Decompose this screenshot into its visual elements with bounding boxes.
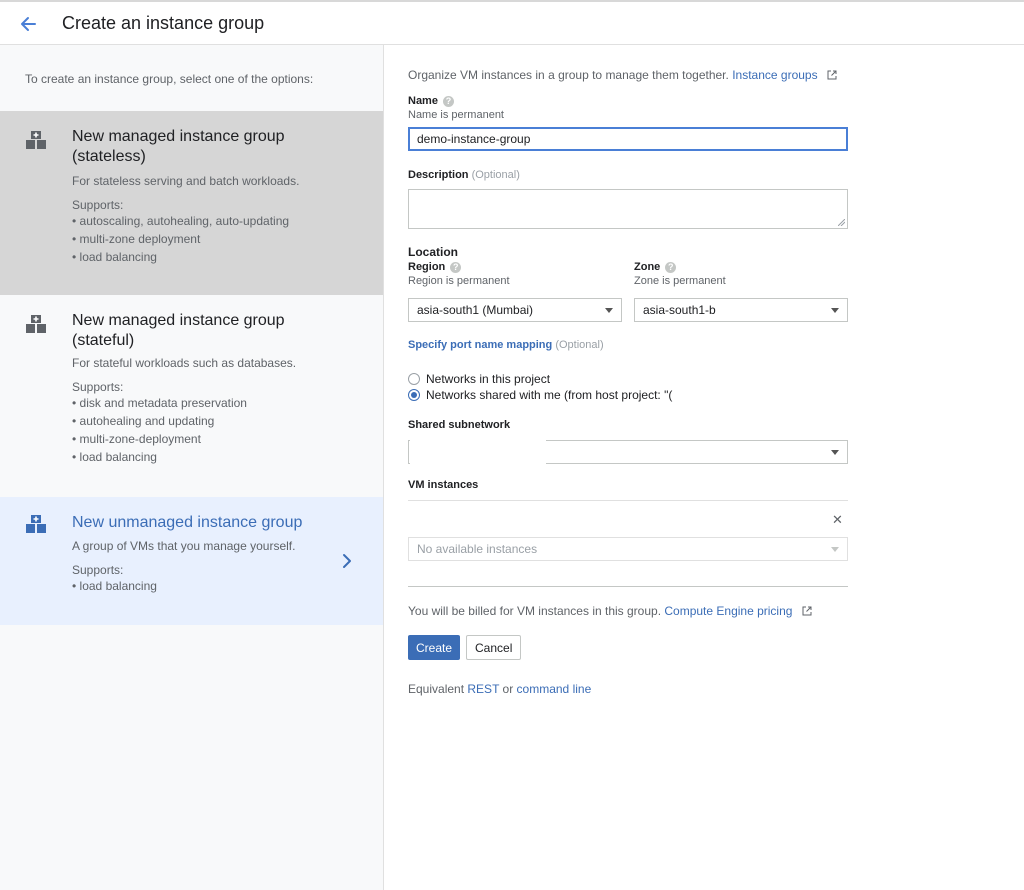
supports-label: Supports: xyxy=(72,563,124,577)
option-description: For stateless serving and batch workload… xyxy=(72,174,300,188)
region-label-text: Region xyxy=(408,261,446,273)
region-select[interactable]: asia-south1 (Mumbai) xyxy=(408,298,622,322)
dropdown-arrow-icon xyxy=(605,308,613,313)
redacted-area xyxy=(410,437,546,465)
pricing-link[interactable]: Compute Engine pricing xyxy=(664,604,792,618)
zone-label-text: Zone xyxy=(634,261,661,273)
billing-text: You will be billed for VM instances in t… xyxy=(408,604,662,618)
chevron-right-icon[interactable] xyxy=(340,552,354,570)
supports-label: Supports: xyxy=(72,380,124,394)
option-managed-stateful[interactable]: New managed instance group (stateful) Fo… xyxy=(0,295,383,497)
supports-list: autoscaling, autohealing, auto-updating … xyxy=(72,212,290,266)
list-item: load balancing xyxy=(72,448,247,466)
external-link-icon xyxy=(802,605,812,616)
option-managed-stateless[interactable]: New managed instance group (stateless) F… xyxy=(0,111,383,295)
form-intro: Organize VM instances in a group to mana… xyxy=(408,68,837,82)
zone-hint: Zone is permanent xyxy=(634,275,726,287)
rest-link[interactable]: REST xyxy=(467,682,499,696)
divider xyxy=(408,500,848,501)
port-mapping-link[interactable]: Specify port name mapping xyxy=(408,339,552,351)
option-title: New managed instance group (stateless) xyxy=(72,128,285,165)
vm-instances-placeholder: No available instances xyxy=(417,542,538,556)
dropdown-arrow-icon xyxy=(831,547,839,552)
resize-handle-icon[interactable] xyxy=(838,219,845,226)
zone-value: asia-south1-b xyxy=(643,303,716,317)
location-label: Location xyxy=(408,245,458,259)
name-label-text: Name xyxy=(408,95,438,107)
radio-button[interactable] xyxy=(408,373,420,385)
name-label: Name? xyxy=(408,95,454,107)
equivalent-row: Equivalent REST or command line xyxy=(408,682,591,696)
option-title: New managed instance group (stateful) xyxy=(72,312,285,349)
description-textarea[interactable] xyxy=(408,189,848,229)
cancel-button[interactable]: Cancel xyxy=(466,635,522,660)
list-item: load balancing xyxy=(72,248,289,266)
form-intro-text: Organize VM instances in a group to mana… xyxy=(408,68,729,82)
list-item: multi-zone deployment xyxy=(72,230,289,248)
instance-group-icon xyxy=(25,129,47,151)
close-icon[interactable]: ✕ xyxy=(832,512,843,528)
optional-label: (Optional) xyxy=(471,169,520,181)
instance-groups-link[interactable]: Instance groups xyxy=(732,68,817,82)
shared-subnetwork-label: Shared subnetwork xyxy=(408,419,511,431)
zone-label: Zone? xyxy=(634,261,677,273)
sidebar-intro: To create an instance group, select one … xyxy=(25,72,314,86)
radio-networks-in-project[interactable]: Networks in this project xyxy=(408,372,550,386)
list-item: load balancing xyxy=(72,577,157,595)
list-item: autoscaling, autohealing, auto-updating xyxy=(72,212,290,230)
region-label: Region? xyxy=(408,261,462,273)
help-icon[interactable]: ? xyxy=(442,96,454,107)
list-item: autohealing and updating xyxy=(72,412,247,430)
option-description: For stateful workloads such as databases… xyxy=(72,356,297,370)
supports-list: load balancing xyxy=(72,577,157,595)
option-title: New unmanaged instance group xyxy=(72,514,303,531)
option-sidebar: To create an instance group, select one … xyxy=(0,45,384,890)
equivalent-label: Equivalent xyxy=(408,682,465,696)
description-label: Description (Optional) xyxy=(408,169,520,181)
radio-button[interactable] xyxy=(408,389,420,401)
list-item: multi-zone-deployment xyxy=(72,430,247,448)
back-arrow-icon[interactable] xyxy=(14,10,42,38)
help-icon[interactable]: ? xyxy=(665,262,677,273)
vm-instances-select[interactable]: No available instances xyxy=(408,537,848,561)
or-text: or xyxy=(502,682,514,696)
description-label-text: Description xyxy=(408,169,469,181)
option-unmanaged[interactable]: New unmanaged instance group A group of … xyxy=(0,497,383,625)
page-title: Create an instance group xyxy=(62,13,265,33)
region-hint: Region is permanent xyxy=(408,275,510,287)
optional-label: (Optional) xyxy=(555,339,604,351)
instance-group-icon xyxy=(25,513,47,535)
divider xyxy=(408,586,848,587)
help-icon[interactable]: ? xyxy=(450,262,462,273)
name-input[interactable]: demo-instance-group xyxy=(408,127,848,151)
port-mapping-row: Specify port name mapping (Optional) xyxy=(408,339,604,351)
external-link-icon xyxy=(827,69,837,80)
region-value: asia-south1 (Mumbai) xyxy=(417,303,534,317)
name-hint: Name is permanent xyxy=(408,109,504,121)
instance-group-icon xyxy=(25,313,47,335)
zone-select[interactable]: asia-south1-b xyxy=(634,298,848,322)
dropdown-arrow-icon xyxy=(831,308,839,313)
radio-label: Networks shared with me (from host proje… xyxy=(426,388,673,402)
top-bar: Create an instance group xyxy=(0,0,1024,45)
command-line-link[interactable]: command line xyxy=(517,682,592,696)
create-button[interactable]: Create xyxy=(408,635,461,660)
option-description: A group of VMs that you manage yourself. xyxy=(72,539,296,553)
list-item: disk and metadata preservation xyxy=(72,394,247,412)
billing-note: You will be billed for VM instances in t… xyxy=(408,604,812,618)
dropdown-arrow-icon xyxy=(831,450,839,455)
radio-networks-shared[interactable]: Networks shared with me (from host proje… xyxy=(408,388,676,402)
supports-label: Supports: xyxy=(72,198,124,212)
vm-instances-label: VM instances xyxy=(408,479,479,491)
radio-label: Networks in this project xyxy=(426,372,551,386)
supports-list: disk and metadata preservation autoheali… xyxy=(72,394,247,466)
